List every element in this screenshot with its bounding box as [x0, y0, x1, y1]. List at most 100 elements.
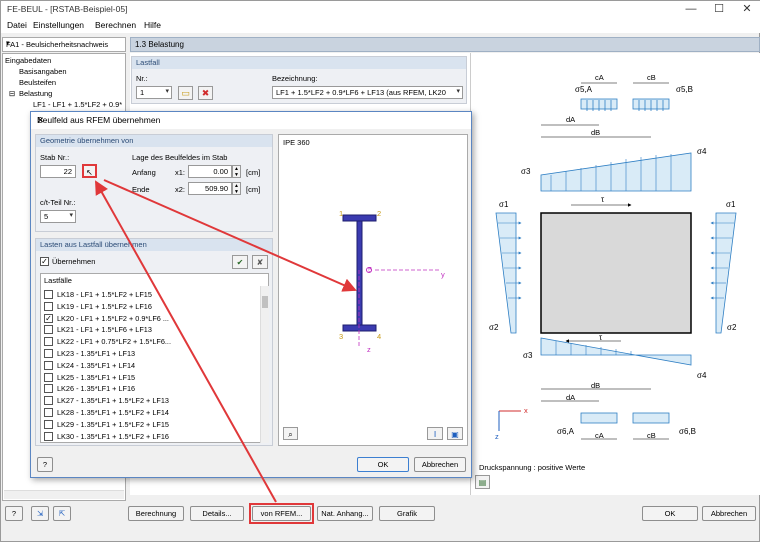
- export-button[interactable]: ⇱: [53, 506, 71, 521]
- chevron-down-icon: ▾: [6, 40, 10, 47]
- tree-item-eingabedaten[interactable]: Eingabedaten: [5, 56, 51, 65]
- menu-einstellungen[interactable]: Einstellungen: [33, 20, 84, 30]
- details-button[interactable]: Details...: [190, 506, 244, 521]
- pick-member-button[interactable]: ↖: [82, 164, 97, 178]
- lage-label: Lage des Beulfeldes im Stab: [132, 153, 228, 162]
- lastfall-label: LK21 - LF1 + 1.5*LF6 + LF13: [57, 325, 152, 335]
- berechnung-button[interactable]: Berechnung: [128, 506, 184, 521]
- list-item[interactable]: LK27 - 1.35*LF1 + 1.5*LF2 + LF13: [41, 395, 259, 407]
- label-sigma5b: σ5,B: [676, 85, 693, 94]
- import-button[interactable]: ⇲: [31, 506, 49, 521]
- help-icon: ?: [42, 460, 48, 469]
- module-selector[interactable]: FA1 - Beulsicherheitsnachweis ▾: [2, 37, 126, 52]
- nr-value: 1: [140, 88, 145, 97]
- list-item[interactable]: LK30 - 1.35*LF1 + 1.5*LF2 + LF16: [41, 431, 259, 443]
- point-5: 5: [368, 265, 373, 274]
- lastfall-group-title: Lastfall: [132, 57, 466, 69]
- ende-spinner[interactable]: ▲ ▼: [232, 182, 241, 195]
- lastfall-checkbox[interactable]: [44, 325, 53, 335]
- tree-expand-icon[interactable]: ⊟: [9, 89, 15, 98]
- lastfall-checkbox[interactable]: [44, 360, 53, 370]
- list-item[interactable]: LK23 - 1.35*LF1 + LF13: [41, 348, 259, 360]
- maximize-button[interactable]: ☐: [705, 1, 733, 18]
- geometry-group: Geometrie übernehmen von Stab Nr.: 22 ↖ …: [35, 134, 273, 232]
- uebernehmen-checkbox[interactable]: ✓: [40, 257, 49, 266]
- cancel-button[interactable]: Abbrechen: [702, 506, 756, 521]
- ende-input[interactable]: 509.90: [188, 182, 232, 195]
- new-folder-button[interactable]: ▭: [178, 86, 193, 100]
- section-view-button[interactable]: Ⅰ: [427, 427, 443, 440]
- point-2: 2: [377, 209, 382, 218]
- lastfall-checkbox[interactable]: [44, 372, 53, 382]
- lastfall-checkbox[interactable]: ✓: [44, 313, 53, 323]
- bezeichnung-label: Bezeichnung:: [272, 74, 318, 83]
- list-item[interactable]: LK18 - LF1 + 1.5*LF2 + LF15: [41, 289, 259, 301]
- axis-y-label: y: [441, 270, 445, 279]
- x1-label: x1:: [175, 168, 186, 177]
- grafik-button[interactable]: Grafik: [379, 506, 435, 521]
- diagram-options-button[interactable]: ▤: [475, 475, 490, 489]
- ipe-section-drawing: [342, 214, 439, 347]
- list-item[interactable]: LK24 - 1.35*LF1 + LF14: [41, 360, 259, 372]
- help-button[interactable]: ?: [5, 506, 23, 521]
- tree-item-beulsteifen[interactable]: Beulsteifen: [19, 78, 56, 87]
- lastfall-checkbox[interactable]: [44, 396, 53, 406]
- delete-button[interactable]: ✖: [198, 86, 213, 100]
- list-item[interactable]: LK21 - LF1 + 1.5*LF6 + LF13: [41, 324, 259, 336]
- scrollbar-thumb[interactable]: [262, 296, 268, 308]
- list-scrollbar[interactable]: [260, 286, 269, 443]
- lastfall-checkbox[interactable]: [44, 408, 53, 417]
- beulfeld-dialog: Beulfeld aus RFEM übernehmen ✕ Geometrie…: [30, 111, 472, 478]
- list-item[interactable]: LK19 - LF1 + 1.5*LF2 + LF16: [41, 301, 259, 313]
- label-ca-top: cA: [595, 73, 604, 82]
- zoom-button[interactable]: ⌕: [283, 427, 298, 440]
- tree-item-lf1[interactable]: LF1 - LF1 + 1.5*LF2 + 0.9*: [33, 100, 122, 109]
- lastfaelle-rows: LK18 - LF1 + 1.5*LF2 + LF15 LK19 - LF1 + …: [41, 289, 261, 443]
- nat-anhang-button[interactable]: Nat. Anhang...: [317, 506, 373, 521]
- list-item[interactable]: LK22 - LF1 + 0.75*LF2 + 1.5*LF6...: [41, 336, 259, 348]
- menu-hilfe[interactable]: Hilfe: [144, 20, 161, 30]
- lastfall-checkbox[interactable]: [44, 290, 53, 299]
- label-db-bottom: dB: [591, 381, 601, 390]
- dialog-title-bar: Beulfeld aus RFEM übernehmen ✕: [31, 112, 471, 129]
- dialog-help-button[interactable]: ?: [37, 457, 53, 472]
- ct-select[interactable]: 5 ▾: [40, 210, 76, 223]
- tree-scrollbar[interactable]: [4, 490, 124, 499]
- ct-label: c/t-Teil Nr.:: [40, 198, 76, 207]
- list-item[interactable]: LK25 - 1.35*LF1 + LF15: [41, 372, 259, 384]
- list-item[interactable]: LK28 - 1.35*LF1 + 1.5*LF2 + LF14: [41, 407, 259, 419]
- dialog-ok-button[interactable]: OK: [357, 457, 409, 472]
- list-item[interactable]: ✓ LK20 - LF1 + 1.5*LF2 + 0.9*LF6 ...: [41, 313, 259, 325]
- deselect-all-button[interactable]: ✘: [252, 255, 268, 269]
- close-button[interactable]: ✕: [733, 1, 760, 18]
- lastfall-label: LK24 - 1.35*LF1 + LF14: [57, 360, 136, 370]
- lastfall-checkbox[interactable]: [44, 419, 53, 429]
- dimension-view-button[interactable]: ▣: [447, 427, 463, 440]
- lastfall-label: LK30 - 1.35*LF1 + 1.5*LF2 + LF16: [57, 431, 169, 441]
- lastfall-checkbox[interactable]: [44, 301, 53, 311]
- select-all-button[interactable]: ✔: [232, 255, 248, 269]
- dialog-cancel-button[interactable]: Abbrechen: [414, 457, 466, 472]
- lastfall-checkbox[interactable]: [44, 349, 53, 358]
- menu-datei[interactable]: Datei: [7, 20, 27, 30]
- list-item[interactable]: LK26 - 1.35*LF1 + LF16: [41, 383, 259, 395]
- menu-berechnen[interactable]: Berechnen: [95, 20, 136, 30]
- anfang-input[interactable]: 0.00: [188, 165, 232, 178]
- lastfall-checkbox[interactable]: [44, 384, 53, 394]
- minimize-button[interactable]: —: [677, 1, 705, 18]
- anfang-spinner[interactable]: ▲ ▼: [232, 165, 241, 178]
- lastfall-checkbox[interactable]: [44, 431, 53, 441]
- stab-input[interactable]: 22: [40, 165, 76, 178]
- label-tau-bottom: τ: [599, 333, 603, 342]
- nr-select[interactable]: 1 ▾: [136, 86, 172, 99]
- lastfall-checkbox[interactable]: [44, 337, 53, 347]
- list-item[interactable]: LK29 - 1.35*LF1 + 1.5*LF2 + LF15: [41, 419, 259, 431]
- uncheck-all-icon: ✘: [256, 258, 264, 267]
- bezeichnung-select[interactable]: LF1 + 1.5*LF2 + 0.9*LF6 + LF13 (aus RFEM…: [272, 86, 463, 99]
- dialog-close-icon[interactable]: ✕: [37, 115, 465, 126]
- lastfall-label: LK26 - 1.35*LF1 + LF16: [57, 384, 136, 394]
- ok-button[interactable]: OK: [642, 506, 698, 521]
- tree-item-basisangaben[interactable]: Basisangaben: [19, 67, 67, 76]
- tree-item-belastung[interactable]: Belastung: [19, 89, 52, 98]
- sign-convention-note: Druckspannung : positive Werte: [479, 463, 586, 472]
